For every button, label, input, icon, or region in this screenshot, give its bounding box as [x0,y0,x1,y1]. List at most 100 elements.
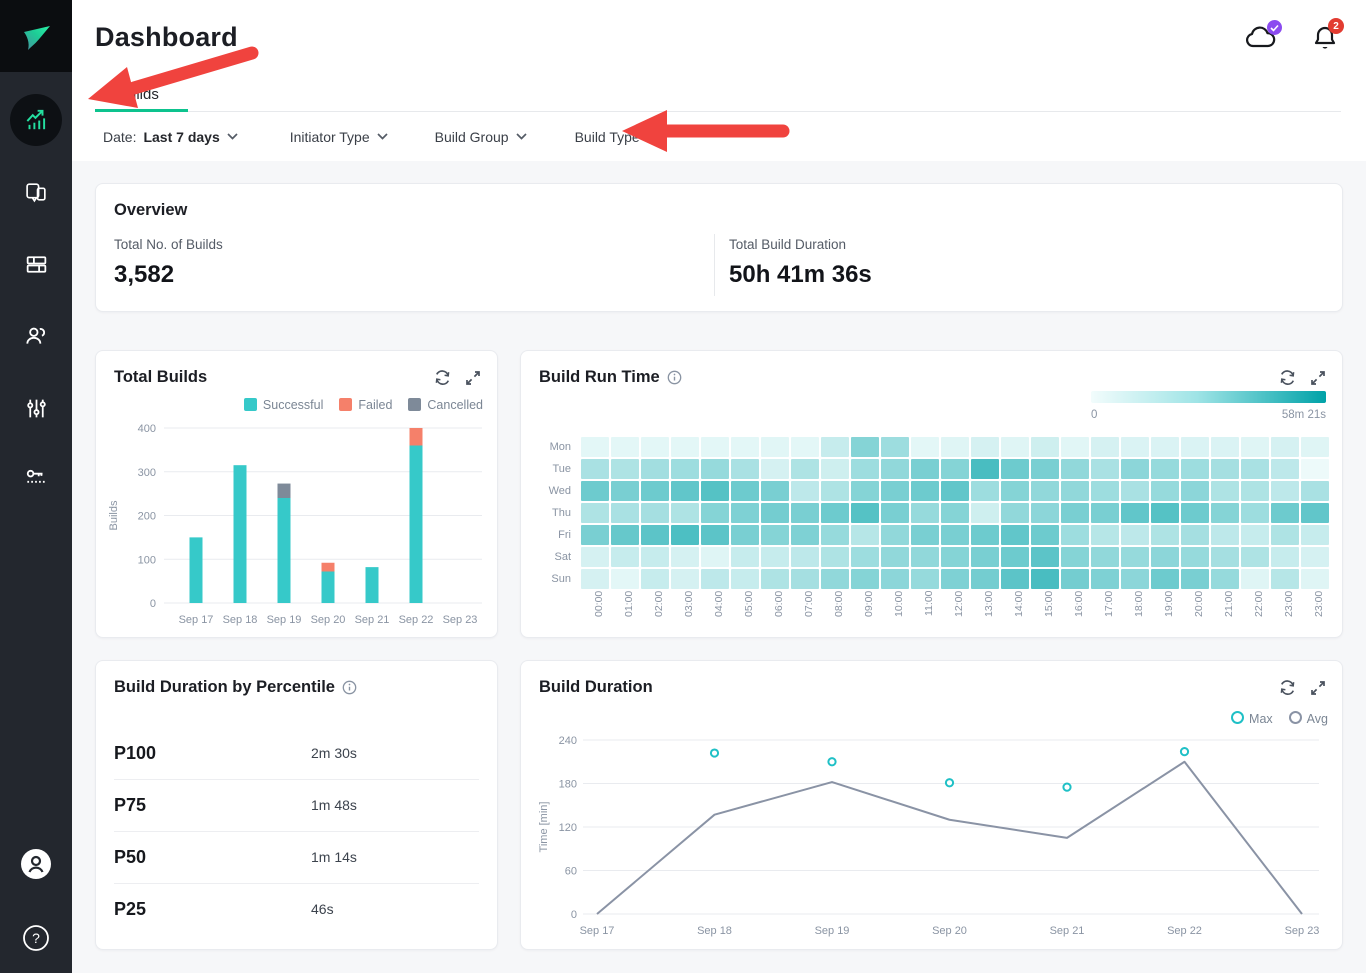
heatmap-cell [941,547,969,567]
heatmap-cell [1301,503,1329,523]
heatmap-row-label: Fri [533,525,579,545]
heatmap-column-label: 08:00 [829,591,849,643]
legend-item[interactable]: Cancelled [408,398,483,412]
team-members-icon [23,323,49,349]
filter-build-type[interactable]: Build Type [575,129,658,145]
refresh-icon [434,369,451,386]
sidebar-item-settings[interactable] [0,382,72,434]
heatmap-cell [851,503,879,523]
y-tick-label: 120 [559,822,577,834]
heatmap-cell [1091,481,1119,501]
heatmap-cell [851,459,879,479]
refresh-button[interactable] [1279,679,1296,696]
filter-date[interactable]: Date: Last 7 days [103,129,238,145]
heatmap-cell [671,437,699,457]
stat-total-duration: Total Build Duration 50h 41m 36s [729,237,872,289]
legend-item[interactable]: Successful [244,398,323,412]
heatmap-column-label: 22:00 [1249,591,1269,643]
heatmap-cell [851,525,879,545]
heatmap-cell [821,437,849,457]
heatmap-cell [1211,547,1239,567]
stat-label: Total No. of Builds [114,237,223,252]
top-bar: Dashboard 2 Builds [72,0,1366,112]
heatmap-cell [1121,459,1149,479]
heatmap-cell [1271,437,1299,457]
percentile-row: P25 46s [114,883,479,935]
heatmap-column-label: 18:00 [1129,591,1149,643]
bar-segment-failed [410,428,423,446]
percentile-label: P25 [114,899,311,920]
heatmap-cell [581,481,609,501]
heatmap-cell [1061,525,1089,545]
heatmap-cell [581,503,609,523]
heatmap-cell [1001,459,1029,479]
sidebar-item-credentials[interactable] [0,452,72,504]
percentile-label: P50 [114,847,311,868]
percentile-row: P50 1m 14s [114,831,479,884]
heatmap-cell [761,525,789,545]
sidebar-item-dashboards[interactable] [0,238,72,290]
heatmap-column-label: 09:00 [859,591,879,643]
heatmap-cell [881,503,909,523]
heatmap-column-label: 23:00 [1279,591,1299,643]
legend-item[interactable]: Max [1231,711,1273,726]
heatmap-cell [641,525,669,545]
refresh-button[interactable] [1279,369,1296,386]
sidebar-item-insights[interactable] [0,94,72,146]
heatmap-cell [791,459,819,479]
heatmap-cell [941,503,969,523]
chevron-down-icon [227,133,238,140]
cloud-status-button[interactable] [1244,25,1278,51]
heatmap-cell [1301,481,1329,501]
heatmap-cell [1001,437,1029,457]
heatmap-cell [1241,525,1269,545]
filter-build-group-label: Build Group [435,129,509,145]
heatmap-cell [761,569,789,589]
chevron-down-icon [377,133,388,140]
heatmap-column-label: 17:00 [1099,591,1119,643]
expand-button[interactable] [465,370,481,386]
info-icon[interactable] [667,370,682,385]
y-tick-label: 200 [138,511,156,523]
legend-item[interactable]: Failed [339,398,392,412]
heatmap-color-legend: 0 58m 21s [1091,391,1326,421]
heatmap-cell [1181,481,1209,501]
x-tick-label: Sep 21 [355,614,390,626]
percentile-value: 2m 30s [311,745,357,761]
legend-item[interactable]: Avg [1289,711,1328,726]
filter-initiator-type[interactable]: Initiator Type [290,129,388,145]
y-axis-title: Builds [108,500,120,530]
notifications-button[interactable]: 2 [1312,24,1338,52]
x-tick-label: Sep 23 [443,614,478,626]
brand-logo[interactable] [0,0,72,72]
refresh-button[interactable] [434,369,451,386]
sidebar-avatar[interactable] [0,838,72,890]
heatmap-cell [581,547,609,567]
tab-builds[interactable]: Builds [95,77,182,111]
heatmap-cell [791,437,819,457]
sidebar-item-apps[interactable] [0,166,72,218]
heatmap-cell [761,481,789,501]
bar-segment-successful [410,446,423,604]
info-icon[interactable] [342,680,357,695]
heatmap-cell [671,481,699,501]
heatmap-cell [851,481,879,501]
heatmap-cell [1241,481,1269,501]
heatmap-cell [1181,569,1209,589]
legend-marker [1289,711,1302,724]
sidebar-item-members[interactable] [0,310,72,362]
heatmap-cell [1121,437,1149,457]
filter-build-group[interactable]: Build Group [435,129,527,145]
heatmap-cell [881,525,909,545]
heatmap-cell [1211,569,1239,589]
build-run-time-heatmap: MonTueWedThuFriSatSun00:0001:0002:0003:0… [533,437,1329,611]
sidebar-help[interactable]: ? [0,912,72,964]
legend-marker [1231,711,1244,724]
expand-button[interactable] [1310,680,1326,696]
filter-sliders-icon [24,396,49,421]
expand-button[interactable] [1310,370,1326,386]
heatmap-cell [731,525,759,545]
stat-value: 3,582 [114,261,223,289]
heatmap-cell [821,459,849,479]
check-icon [1270,24,1279,32]
